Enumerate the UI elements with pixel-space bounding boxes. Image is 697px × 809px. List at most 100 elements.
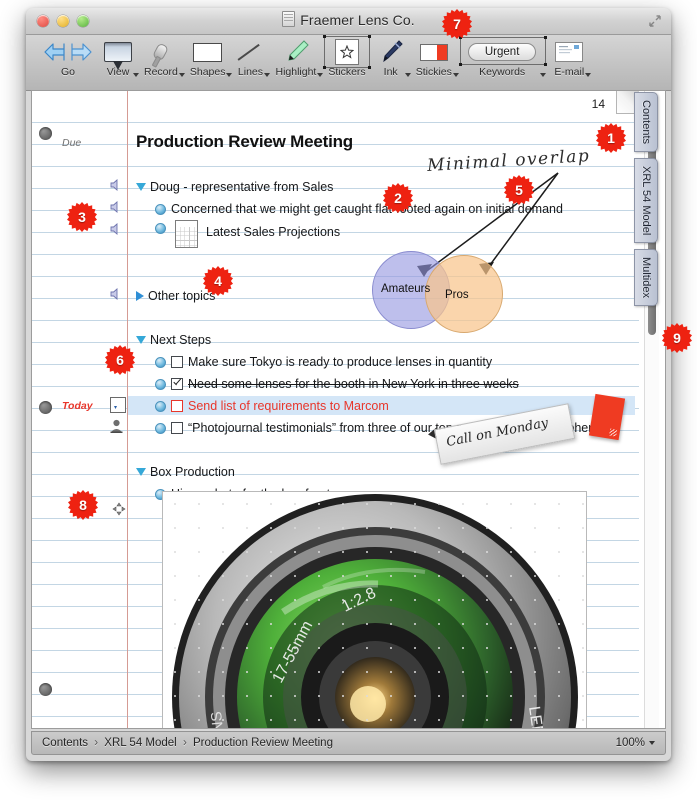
- audio-note-icon[interactable]: [110, 201, 123, 213]
- drawer-tab-xrl-54-model[interactable]: XRL 54 Model: [634, 158, 658, 244]
- callout-number: 1: [607, 130, 615, 146]
- main-toolbar: Go View Record Shapes Lines Highlight St…: [26, 35, 671, 91]
- toolbar-label-keywords: Keywords: [479, 66, 526, 78]
- toolbar-item-shapes[interactable]: Shapes: [184, 35, 233, 78]
- audio-note-icon[interactable]: [110, 288, 123, 300]
- toolbar-item-stickies[interactable]: Stickies: [410, 35, 459, 78]
- chevron-down-icon[interactable]: [649, 741, 655, 745]
- move-handle-icon[interactable]: [112, 502, 126, 516]
- bullet-dot-icon: [155, 356, 166, 368]
- callout-badge-1: 1: [596, 123, 626, 153]
- disclosure-triangle-open-icon[interactable]: [136, 183, 146, 191]
- camera-lens-photo[interactable]: 17-55mm 1:2.8 LENS LENS: [162, 491, 587, 728]
- callout-number: 5: [515, 182, 523, 198]
- callout-number: 6: [116, 352, 124, 368]
- callout-number: 3: [78, 209, 86, 225]
- toolbar-item-view[interactable]: View: [98, 35, 139, 78]
- venn-diagram[interactable]: Amateurs Pros: [372, 251, 532, 333]
- notebook-page[interactable]: 14 Due Production Review Meeting Doug - …: [32, 91, 639, 728]
- binder-hole: [39, 127, 52, 140]
- star-sticker-icon: [328, 38, 365, 66]
- drawer-tab-contents[interactable]: Contents: [634, 92, 658, 153]
- outline-text: Doug - representative from Sales: [150, 180, 334, 194]
- todo-checkbox[interactable]: [171, 400, 183, 412]
- toolbar-label-email: E-mail: [554, 66, 585, 78]
- outline-text: Box Production: [150, 465, 235, 479]
- callout-number: 9: [673, 330, 681, 346]
- application-window: Fraemer Lens Co. Go View Record Shapes L…: [26, 8, 671, 761]
- photo-grid-dots: [163, 492, 586, 728]
- binder-hole: [39, 683, 52, 696]
- chevron-down-icon[interactable]: [540, 73, 547, 77]
- toolbar-label-ink: Ink: [383, 66, 398, 78]
- window-title-text: Fraemer Lens Co.: [300, 12, 415, 28]
- calendar-icon[interactable]: ▾: [110, 397, 126, 413]
- bullet-dot-icon: [155, 203, 166, 215]
- bullet-dot-icon: [155, 422, 166, 434]
- note-page-area: 14 Due Production Review Meeting Doug - …: [31, 90, 666, 729]
- monitor-icon: [104, 38, 132, 70]
- breadcrumb-item-contents[interactable]: Contents: [42, 737, 88, 749]
- toolbar-item-highlight[interactable]: Highlight: [269, 35, 324, 78]
- disclosure-triangle-closed-icon[interactable]: [136, 291, 144, 301]
- breadcrumb-item-current[interactable]: Production Review Meeting: [193, 737, 333, 749]
- todo-checkbox[interactable]: [171, 356, 183, 368]
- toolbar-item-lines[interactable]: Lines: [231, 35, 271, 78]
- chevron-down-icon[interactable]: [585, 73, 592, 77]
- bullet-dot-icon: [155, 223, 166, 234]
- audio-note-icon[interactable]: [110, 223, 123, 235]
- toolbar-item-go[interactable]: Go: [38, 35, 98, 78]
- spreadsheet-icon[interactable]: [175, 220, 198, 248]
- toolbar-label-stickies: Stickies: [415, 66, 452, 78]
- todo-checkbox-checked[interactable]: [171, 378, 183, 390]
- today-label: Today: [62, 400, 93, 412]
- toolbar-item-keywords[interactable]: Urgent Keywords: [458, 35, 549, 78]
- diagonal-line-icon: [237, 38, 263, 66]
- toolbar-label-go: Go: [60, 66, 75, 78]
- keyword-pill-label[interactable]: Urgent: [467, 43, 537, 61]
- bullet-dot-icon: [155, 378, 166, 390]
- toolbar-label-lines: Lines: [237, 66, 264, 78]
- disclosure-triangle-open-icon[interactable]: [136, 336, 146, 344]
- sticky-note-icon: [416, 38, 452, 66]
- outline-text: Next Steps: [150, 333, 212, 347]
- callout-badge-9: 9: [662, 323, 692, 353]
- toolbar-item-ink[interactable]: Ink: [372, 35, 411, 78]
- callout-badge-7: 7: [442, 9, 472, 39]
- drawer-tab-multidex[interactable]: Multidex: [634, 249, 658, 307]
- outline-row-booth-todo[interactable]: Need some lenses for the booth in New Yo…: [155, 373, 639, 395]
- expand-arrows-icon[interactable]: [649, 15, 661, 27]
- callout-number: 4: [214, 273, 222, 289]
- disclosure-triangle-open-icon[interactable]: [136, 468, 146, 476]
- outline-row-box-production[interactable]: Box Production: [136, 461, 639, 483]
- audio-note-icon[interactable]: [110, 179, 123, 191]
- drawer-tab-label: Contents: [640, 100, 652, 145]
- breadcrumb-item-model[interactable]: XRL 54 Model: [104, 737, 176, 749]
- callout-badge-5: 5: [504, 175, 534, 205]
- breadcrumb-separator: ›: [94, 737, 99, 749]
- page-number: 14: [591, 97, 605, 111]
- venn-label-pros: Pros: [445, 289, 469, 301]
- callout-badge-6: 6: [105, 345, 135, 375]
- outline-text: Make sure Tokyo is ready to produce lens…: [188, 355, 493, 369]
- callout-number: 2: [394, 190, 402, 206]
- toolbar-item-stickers[interactable]: Stickers: [322, 35, 372, 78]
- drawer-tab-strip: Contents XRL 54 Model Multidex: [634, 92, 658, 312]
- outline-row-tokyo-todo[interactable]: Make sure Tokyo is ready to produce lens…: [155, 351, 639, 373]
- outline-row-next-steps[interactable]: Next Steps: [136, 329, 639, 351]
- envelope-icon: [554, 38, 584, 66]
- todo-checkbox[interactable]: [171, 422, 183, 434]
- due-label: Due: [62, 137, 82, 149]
- callout-badge-8: 8: [68, 490, 98, 520]
- zoom-control[interactable]: 100%: [616, 737, 655, 749]
- toolbar-item-email[interactable]: E-mail: [548, 35, 592, 78]
- window-title: Fraemer Lens Co.: [26, 11, 671, 28]
- binder-hole: [39, 401, 52, 414]
- status-bar: Contents › XRL 54 Model › Production Rev…: [31, 731, 666, 755]
- rectangle-shape-icon: [190, 38, 226, 66]
- contact-person-icon[interactable]: [110, 419, 123, 433]
- toolbar-item-record[interactable]: Record: [138, 35, 185, 78]
- keyword-pill-icon: Urgent: [467, 38, 537, 66]
- bullet-dot-icon: [155, 400, 166, 412]
- fountain-pen-icon: [378, 38, 404, 66]
